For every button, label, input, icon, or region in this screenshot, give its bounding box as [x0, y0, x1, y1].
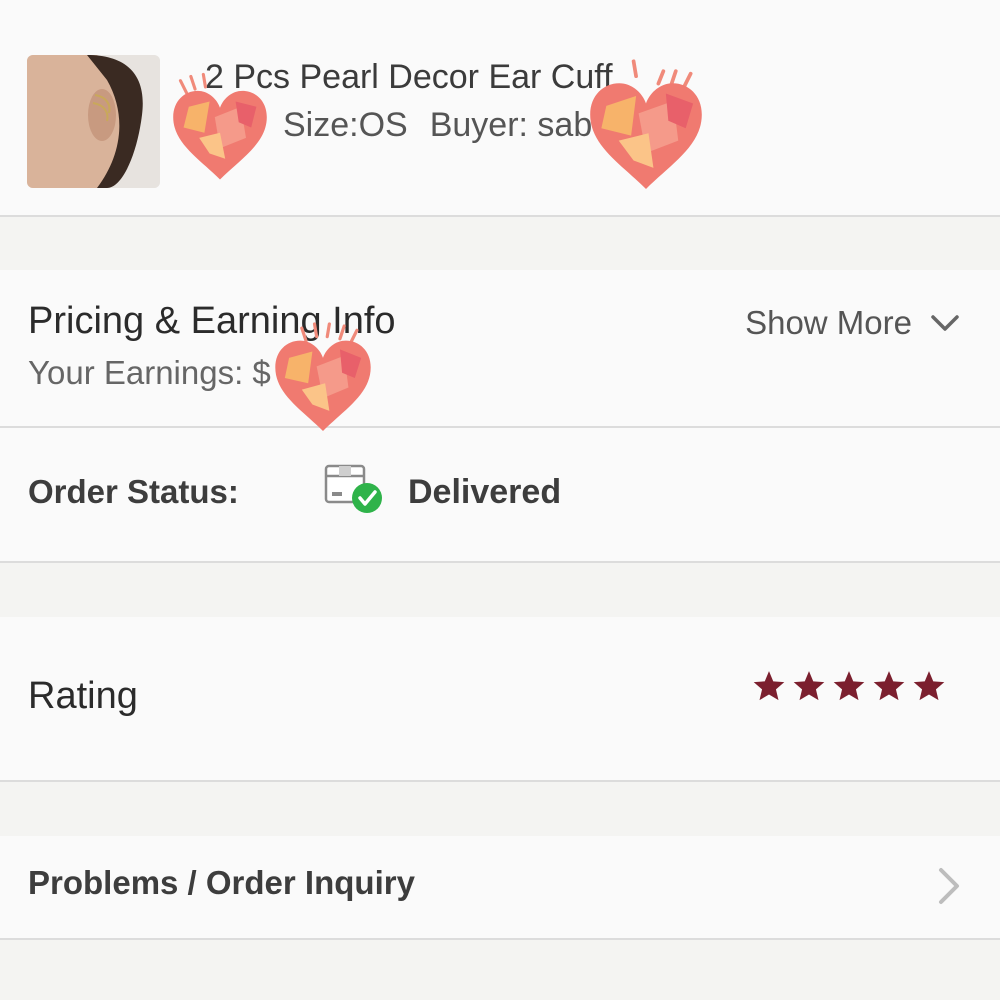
- order-details-page: 2 Pcs Pearl Decor Ear Cuff Size:OS Buyer…: [0, 0, 1000, 1000]
- heart-sticker-icon: [275, 322, 371, 431]
- product-size: Size:OS: [283, 106, 408, 144]
- star-icon: [913, 671, 945, 701]
- star-rating: [752, 669, 946, 703]
- show-more-button[interactable]: Show More: [745, 304, 960, 342]
- product-meta: Size:OS Buyer: sab: [283, 106, 613, 145]
- buyer-name: Buyer: sab: [429, 106, 593, 144]
- star-icon: [793, 671, 825, 701]
- order-status-value: Delivered: [408, 473, 562, 511]
- product-thumbnail[interactable]: [27, 55, 160, 188]
- rating-section: Rating: [0, 617, 1000, 782]
- order-status-section: Order Status: Delivered: [0, 428, 1000, 563]
- rating-label: Rating: [28, 675, 138, 717]
- heart-sticker-icon: [590, 59, 702, 189]
- star-icon: [873, 671, 905, 701]
- star-icon: [833, 671, 865, 701]
- chevron-right-icon: [939, 868, 959, 904]
- product-row[interactable]: 2 Pcs Pearl Decor Ear Cuff Size:OS Buyer…: [0, 0, 1000, 217]
- problems-order-inquiry-row[interactable]: Problems / Order Inquiry: [0, 836, 1000, 940]
- show-more-label: Show More: [745, 304, 912, 341]
- star-icon: [753, 671, 785, 701]
- your-earnings: Your Earnings: $: [28, 354, 271, 391]
- package-delivered-icon: [323, 460, 387, 521]
- order-status-label: Order Status:: [28, 473, 239, 510]
- problems-order-inquiry-label: Problems / Order Inquiry: [28, 864, 415, 901]
- pricing-section: Pricing & Earning Info Your Earnings: $ …: [0, 270, 1000, 428]
- heart-sticker-icon: [173, 72, 267, 180]
- chevron-down-icon: [931, 315, 959, 331]
